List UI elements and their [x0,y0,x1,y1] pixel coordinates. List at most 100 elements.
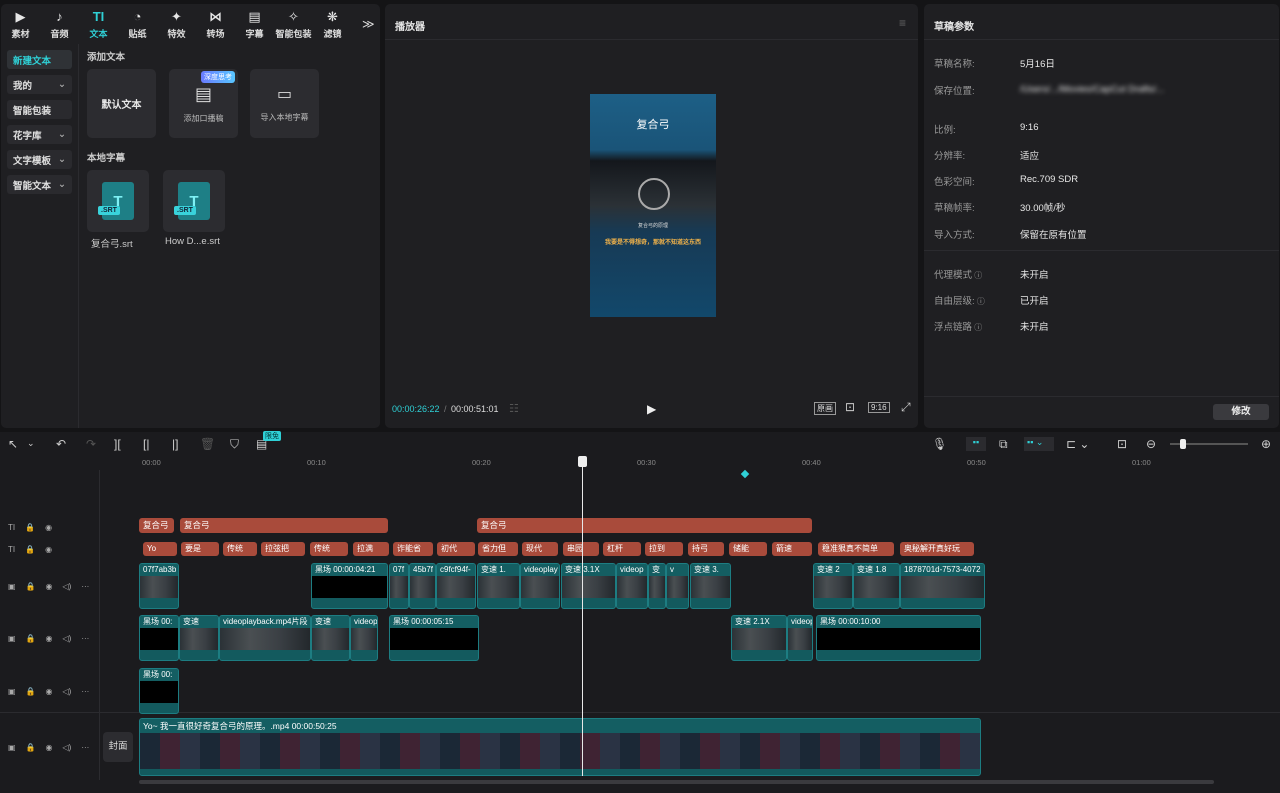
subtitle-clip[interactable]: 初代 [437,542,475,556]
sidebar-item-0[interactable]: 新建文本 [7,50,72,69]
play-button[interactable]: ▶ [647,402,656,416]
subtitle-clip[interactable]: 传统 [223,542,257,556]
delete-icon[interactable]: 🗑 [200,437,215,451]
tab-audio[interactable]: ♪ 音频 [40,9,79,40]
more-icon[interactable]: ··· [81,687,89,696]
text-clip[interactable]: 复合弓 [180,518,388,533]
video-clip[interactable]: 45b7f [409,563,436,609]
tab-effects[interactable]: ✦ 特效 [157,9,196,40]
trim-right-icon[interactable]: |] [172,437,178,451]
info-icon[interactable]: ⓘ [972,271,982,280]
eye-icon[interactable]: ◉ [46,687,53,696]
subtitle-clip[interactable]: 省力但 [478,542,518,556]
video-clip[interactable]: 黑场 00: [139,668,179,714]
draft-prop-value[interactable]: /Users/.../Movies/CapCut Drafts/... [1020,83,1250,96]
ratio-button[interactable]: 9:16 [868,402,890,413]
subtitle-clip[interactable]: 诈能省 [393,542,433,556]
video-clip[interactable]: 黑场 00:00:05:15 [389,615,479,661]
volume-icon[interactable]: ◁) [63,582,72,591]
subtitle-clip[interactable]: 传统 [310,542,348,556]
eye-icon[interactable]: ◉ [45,545,52,554]
video-clip[interactable]: 变速 3. [690,563,731,609]
fit-icon[interactable]: ⊡ [845,400,855,414]
video-clip[interactable]: 黑场 00:00:04:21 [311,563,388,609]
shield-icon[interactable]: ⛉ [230,437,239,452]
subtitle-clip[interactable]: 拉弦把 [261,542,305,556]
video-clip[interactable]: v [666,563,689,609]
video-clip[interactable]: videoplay [520,563,560,609]
video-clip[interactable]: 变速 3.1X [561,563,616,609]
eye-icon[interactable]: ◉ [46,634,53,643]
video-clip[interactable]: videop [616,563,648,609]
tab-filter[interactable]: ❋ 滤镜 [313,9,352,40]
import-local-card[interactable]: ▭ 导入本地字幕 [250,69,319,138]
lock-icon[interactable]: 🔒 [25,545,35,554]
align-icon[interactable]: ⊏ ⌄ [1066,437,1089,451]
preview-window-icon[interactable]: ⊡ [1117,437,1127,451]
video-clip[interactable]: 黑场 00:00:10:00 [816,615,981,661]
video-clip[interactable]: 变速 2.1X [731,615,787,661]
menu-icon[interactable]: ≡ [899,16,906,30]
more-icon[interactable]: ··· [81,743,89,752]
snap-icon[interactable]: ⧉ [999,437,1008,452]
video-clip[interactable]: c9fcf94f- [436,563,476,609]
text-clip[interactable]: 复合弓 [139,518,174,533]
undo-icon[interactable]: ↶ [56,437,66,451]
zoom-in-icon[interactable]: ⊕ [1261,437,1271,451]
eye-icon[interactable]: ◉ [45,523,52,532]
subtitle-clip[interactable]: 拉到 [645,542,683,556]
subtitle-clip[interactable]: 储能 [729,542,767,556]
modify-button[interactable]: 修改 [1213,404,1269,420]
timeline-ruler[interactable]: 00:00 00:10 00:20 00:30 00:40 00:50 01:00 [139,458,1280,470]
srt-file-2[interactable]: T .SRT [163,170,225,232]
subtitle-clip[interactable]: 拉满 [353,542,389,556]
text-clip[interactable]: 复合弓 [477,518,812,533]
srt-file-1[interactable]: T .SRT [87,170,149,232]
zoom-out-icon[interactable]: ⊖ [1146,437,1156,451]
subtitle-clip[interactable]: 箭速 [772,542,812,556]
main-video-clip[interactable]: Yo~ 我一直很好奇复合弓的原理。.mp4 00:00:50:25 [139,718,981,776]
subtitle-clip[interactable]: 奥秘解开真好玩 [900,542,974,556]
subtitle-clip[interactable]: 持弓 [688,542,724,556]
sidebar-item-3[interactable]: 花字库 ⌄ [7,125,72,144]
video-clip[interactable]: 变速 1. [477,563,520,609]
fullscreen-icon[interactable]: ⤢ [901,400,911,415]
info-icon[interactable]: ⓘ [972,323,982,332]
microphone-icon[interactable]: 🎙 [932,437,947,451]
tab-text[interactable]: TI 文本 [79,9,118,40]
volume-icon[interactable]: ◁) [63,634,72,643]
lock-icon[interactable]: 🔒 [26,634,36,643]
video-clip[interactable]: 变速 2 [813,563,853,609]
volume-icon[interactable]: ◁) [63,687,72,696]
grid-icon[interactable]: ☷ [509,402,519,415]
volume-icon[interactable]: ◁) [63,743,72,752]
more-icon[interactable]: ··· [81,582,89,591]
subtitle-clip[interactable]: Yo [143,542,177,556]
video-clip[interactable]: 07f [389,563,409,609]
sidebar-item-5[interactable]: 智能文本 ⌄ [7,175,72,194]
lock-icon[interactable]: 🔒 [26,582,36,591]
redo-icon[interactable]: ↷ [86,437,96,451]
subtitle-clip[interactable]: 杠杆 [603,542,641,556]
video-clip[interactable]: 变速 [179,615,219,661]
link-toggle[interactable]: ▪▪ [966,437,986,451]
sidebar-item-1[interactable]: 我的 ⌄ [7,75,72,94]
video-preview[interactable]: 复合弓 复合弓的原理 我要是不得想奇，那就不知道这东西 [590,94,716,317]
subtitle-clip[interactable]: 稳准狠真不简单 [818,542,894,556]
more-icon[interactable]: ··· [81,634,89,643]
horizontal-scrollbar[interactable] [139,780,1214,784]
tab-smart-pack[interactable]: ✧ 智能包装 [274,9,313,40]
zoom-slider-knob[interactable] [1180,439,1186,449]
subtitle-clip[interactable]: 要是 [181,542,219,556]
video-clip[interactable]: 07f7ab3b [139,563,179,609]
lock-icon[interactable]: 🔒 [25,523,35,532]
tab-media[interactable]: ▶ 素材 [1,9,40,40]
chevron-down-icon[interactable]: ⌄ [27,438,35,449]
tab-transition[interactable]: ⋈ 转场 [196,9,235,40]
preview-axis-toggle[interactable]: ▪▪ ⌄ [1024,437,1054,451]
lock-icon[interactable]: 🔒 [26,687,36,696]
video-clip[interactable]: videop [787,615,813,661]
info-icon[interactable]: ⓘ [975,297,985,306]
zoom-slider[interactable] [1170,439,1248,449]
video-clip[interactable]: videoplayback.mp4片段 [219,615,311,661]
